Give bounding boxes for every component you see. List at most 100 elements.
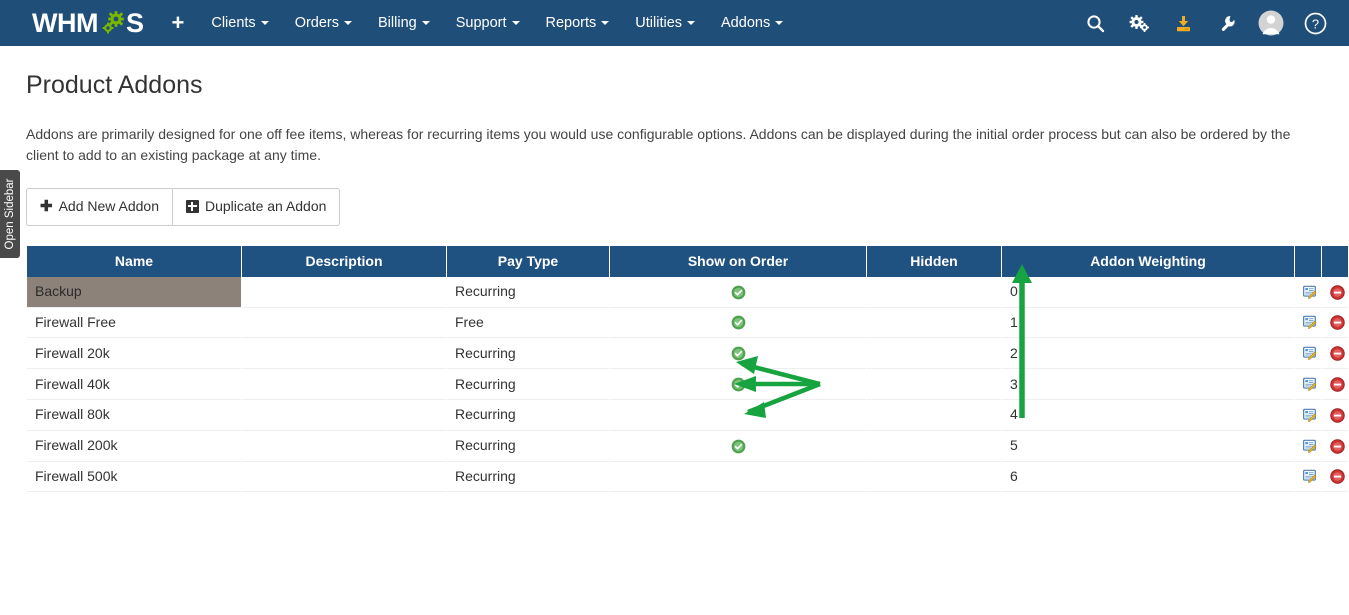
nav-label-utilities: Utilities: [635, 15, 683, 31]
column-header-description[interactable]: Description: [242, 245, 446, 277]
delete-icon[interactable]: [1330, 408, 1345, 423]
cell-show-on-order: [610, 308, 866, 339]
nav-label-orders: Orders: [294, 15, 340, 31]
cell-pay-type: Recurring: [447, 431, 609, 462]
cell-edit-action[interactable]: [1295, 462, 1321, 493]
open-sidebar-label: Open Sidebar: [4, 178, 16, 250]
check-circle-icon: [731, 346, 745, 361]
chevron-down-icon: [511, 21, 520, 26]
search-icon[interactable]: [1075, 0, 1115, 46]
cell-description: [242, 338, 446, 370]
table-header-row: Name Description Pay Type Show on Order …: [27, 245, 1348, 277]
table-row: Firewall 20k Recurring 2: [27, 338, 1348, 370]
table-row: Backup Recurring 0: [27, 276, 1348, 308]
delete-icon[interactable]: [1330, 377, 1345, 392]
cell-pay-type: Recurring: [447, 462, 609, 493]
edit-icon[interactable]: [1303, 408, 1318, 423]
delete-icon[interactable]: [1330, 315, 1345, 331]
cell-name[interactable]: Firewall 80k: [27, 400, 241, 431]
delete-icon[interactable]: [1330, 346, 1345, 361]
column-header-hidden[interactable]: Hidden: [867, 245, 1001, 277]
cell-name[interactable]: Firewall 40k: [27, 369, 241, 401]
column-header-addon-weighting[interactable]: Addon Weighting: [1002, 245, 1294, 277]
edit-icon[interactable]: [1303, 346, 1318, 361]
cell-show-on-order: [610, 462, 866, 493]
nav-item-support[interactable]: Support: [443, 0, 533, 46]
cell-hidden: [867, 400, 1001, 431]
edit-icon[interactable]: [1303, 439, 1318, 454]
cell-name[interactable]: Firewall Free: [27, 308, 241, 339]
cell-delete-action[interactable]: [1322, 431, 1348, 462]
cell-delete-action[interactable]: [1322, 308, 1348, 339]
column-header-show-on-order[interactable]: Show on Order: [610, 245, 866, 277]
nav-item-orders[interactable]: Orders: [282, 0, 365, 46]
nav-item-utilities[interactable]: Utilities: [622, 0, 708, 46]
nav-label-addons: Addons: [721, 15, 771, 31]
cell-delete-action[interactable]: [1322, 369, 1348, 401]
table-row: Firewall 80k Recurring 4: [27, 400, 1348, 431]
chevron-down-icon: [421, 21, 430, 26]
cell-delete-action[interactable]: [1322, 277, 1348, 308]
cell-addon-weighting: 3: [1002, 369, 1294, 401]
nav-item-addons[interactable]: Addons: [708, 0, 796, 46]
cell-pay-type: Recurring: [447, 369, 609, 401]
cell-edit-action[interactable]: [1295, 369, 1321, 401]
cell-description: [242, 308, 446, 339]
chevron-down-icon: [687, 21, 696, 26]
cell-name[interactable]: Firewall 200k: [27, 431, 241, 462]
top-navbar: WHM S + Clients Orders Billing Support R…: [0, 0, 1349, 46]
cell-pay-type: Free: [447, 308, 609, 339]
cell-edit-action[interactable]: [1295, 431, 1321, 462]
open-sidebar-toggle[interactable]: Open Sidebar: [0, 170, 20, 258]
nav-item-clients[interactable]: Clients: [198, 0, 281, 46]
whmcs-logo[interactable]: WHM S: [32, 0, 144, 46]
edit-icon[interactable]: [1303, 377, 1318, 392]
cell-pay-type: Recurring: [447, 338, 609, 370]
cell-addon-weighting: 0: [1002, 277, 1294, 308]
delete-icon[interactable]: [1330, 469, 1345, 485]
edit-icon[interactable]: [1303, 469, 1318, 484]
column-header-pay-type[interactable]: Pay Type: [447, 245, 609, 277]
cell-name[interactable]: Firewall 500k: [27, 462, 241, 493]
nav-item-billing[interactable]: Billing: [365, 0, 443, 46]
cell-name[interactable]: Backup: [27, 276, 241, 308]
cell-description: [242, 431, 446, 462]
add-new-addon-button[interactable]: ✚ Add New Addon: [26, 188, 173, 226]
cell-edit-action[interactable]: [1295, 400, 1321, 431]
cell-edit-action[interactable]: [1295, 308, 1321, 339]
delete-icon[interactable]: [1330, 284, 1345, 300]
cell-delete-action[interactable]: [1322, 462, 1348, 493]
delete-icon[interactable]: [1330, 438, 1345, 454]
duplicate-addon-button[interactable]: Duplicate an Addon: [172, 188, 341, 226]
chevron-down-icon: [601, 21, 610, 26]
cell-show-on-order: [610, 277, 866, 308]
cell-addon-weighting: 4: [1002, 400, 1294, 431]
svg-text:?: ?: [1311, 16, 1318, 31]
edit-icon[interactable]: [1303, 285, 1318, 300]
main-content: Product Addons Addons are primarily desi…: [0, 46, 1349, 493]
nav-add-button[interactable]: +: [158, 0, 199, 46]
cell-name[interactable]: Firewall 20k: [27, 338, 241, 370]
cell-delete-action[interactable]: [1322, 338, 1348, 370]
download-icon[interactable]: [1163, 0, 1203, 46]
chevron-down-icon: [775, 21, 784, 26]
gear-logo-icon: [97, 10, 127, 37]
page-description: Addons are primarily designed for one of…: [26, 126, 1291, 163]
page-title: Product Addons: [26, 71, 203, 99]
check-circle-icon: [731, 285, 745, 300]
cell-hidden: [867, 338, 1001, 370]
cogs-icon[interactable]: [1119, 0, 1159, 46]
addon-toolbar: ✚ Add New Addon Duplicate an Addon: [26, 188, 341, 226]
cell-show-on-order: [610, 369, 866, 401]
help-icon[interactable]: ?: [1295, 0, 1335, 46]
wrench-icon[interactable]: [1207, 0, 1247, 46]
edit-icon[interactable]: [1303, 315, 1318, 330]
cell-edit-action[interactable]: [1295, 277, 1321, 308]
addons-table-body: Backup Recurring 0 Firewall Free Free 1 Firewa…: [27, 276, 1348, 493]
cell-edit-action[interactable]: [1295, 338, 1321, 370]
user-avatar-icon[interactable]: [1251, 0, 1291, 46]
nav-label-clients: Clients: [211, 15, 256, 31]
column-header-name[interactable]: Name: [27, 245, 241, 277]
cell-delete-action[interactable]: [1322, 400, 1348, 431]
nav-item-reports[interactable]: Reports: [533, 0, 623, 46]
